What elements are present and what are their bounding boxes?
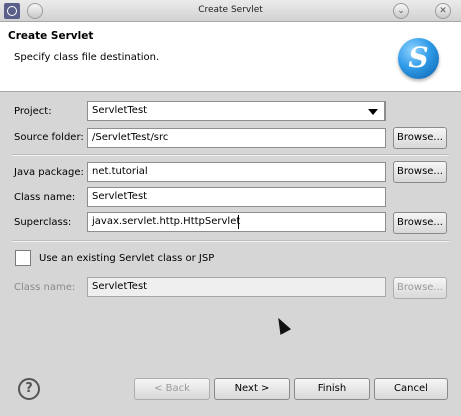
superclass-browse-button[interactable]: Browse... — [393, 212, 447, 234]
text-caret — [238, 215, 239, 229]
source-folder-label: Source folder: — [14, 132, 84, 143]
close-icon[interactable]: ✕ — [435, 3, 451, 19]
window-title: Create Servlet — [198, 5, 263, 15]
class-name-input[interactable]: ServletTest — [87, 187, 386, 207]
superclass-label: Superclass: — [14, 217, 72, 228]
existing-class-browse-button[interactable]: Browse... — [393, 277, 447, 299]
source-folder-input[interactable]: /ServletTest/src — [87, 128, 386, 148]
next-button[interactable]: Next > — [214, 378, 290, 400]
finish-button[interactable]: Finish — [294, 378, 370, 400]
chevron-down-icon[interactable]: ⌄ — [393, 3, 409, 19]
java-package-label: Java package: — [14, 167, 84, 178]
project-label: Project: — [14, 106, 52, 117]
use-existing-checkbox[interactable] — [15, 250, 31, 266]
java-package-input[interactable]: net.tutorial — [87, 162, 386, 182]
servlet-wizard-logo-icon: S — [398, 38, 439, 79]
wizard-description: Specify class file destination. — [14, 52, 160, 63]
cancel-button[interactable]: Cancel — [374, 378, 448, 400]
existing-class-name-label: Class name: — [14, 282, 76, 293]
separator — [12, 240, 449, 242]
back-button[interactable]: < Back — [134, 378, 210, 400]
existing-class-name-input[interactable]: ServletTest — [87, 277, 386, 297]
project-combo[interactable]: ServletTest — [87, 101, 386, 121]
title-bar: Create Servlet ⌄ ✕ — [0, 0, 461, 22]
use-existing-label[interactable]: Use an existing Servlet class or JSP — [39, 253, 214, 265]
java-package-browse-button[interactable]: Browse... — [393, 161, 447, 183]
separator — [12, 154, 449, 156]
source-folder-browse-button[interactable]: Browse... — [393, 127, 447, 149]
combo-dropdown-icon[interactable] — [361, 101, 385, 121]
help-icon[interactable]: ? — [18, 378, 40, 400]
wizard-title: Create Servlet — [8, 30, 94, 42]
class-name-label: Class name: — [14, 192, 76, 203]
wizard-header: Create Servlet Specify class file destin… — [0, 22, 461, 92]
mouse-cursor-icon — [272, 315, 292, 335]
superclass-input[interactable]: javax.servlet.http.HttpServlet — [87, 212, 386, 232]
